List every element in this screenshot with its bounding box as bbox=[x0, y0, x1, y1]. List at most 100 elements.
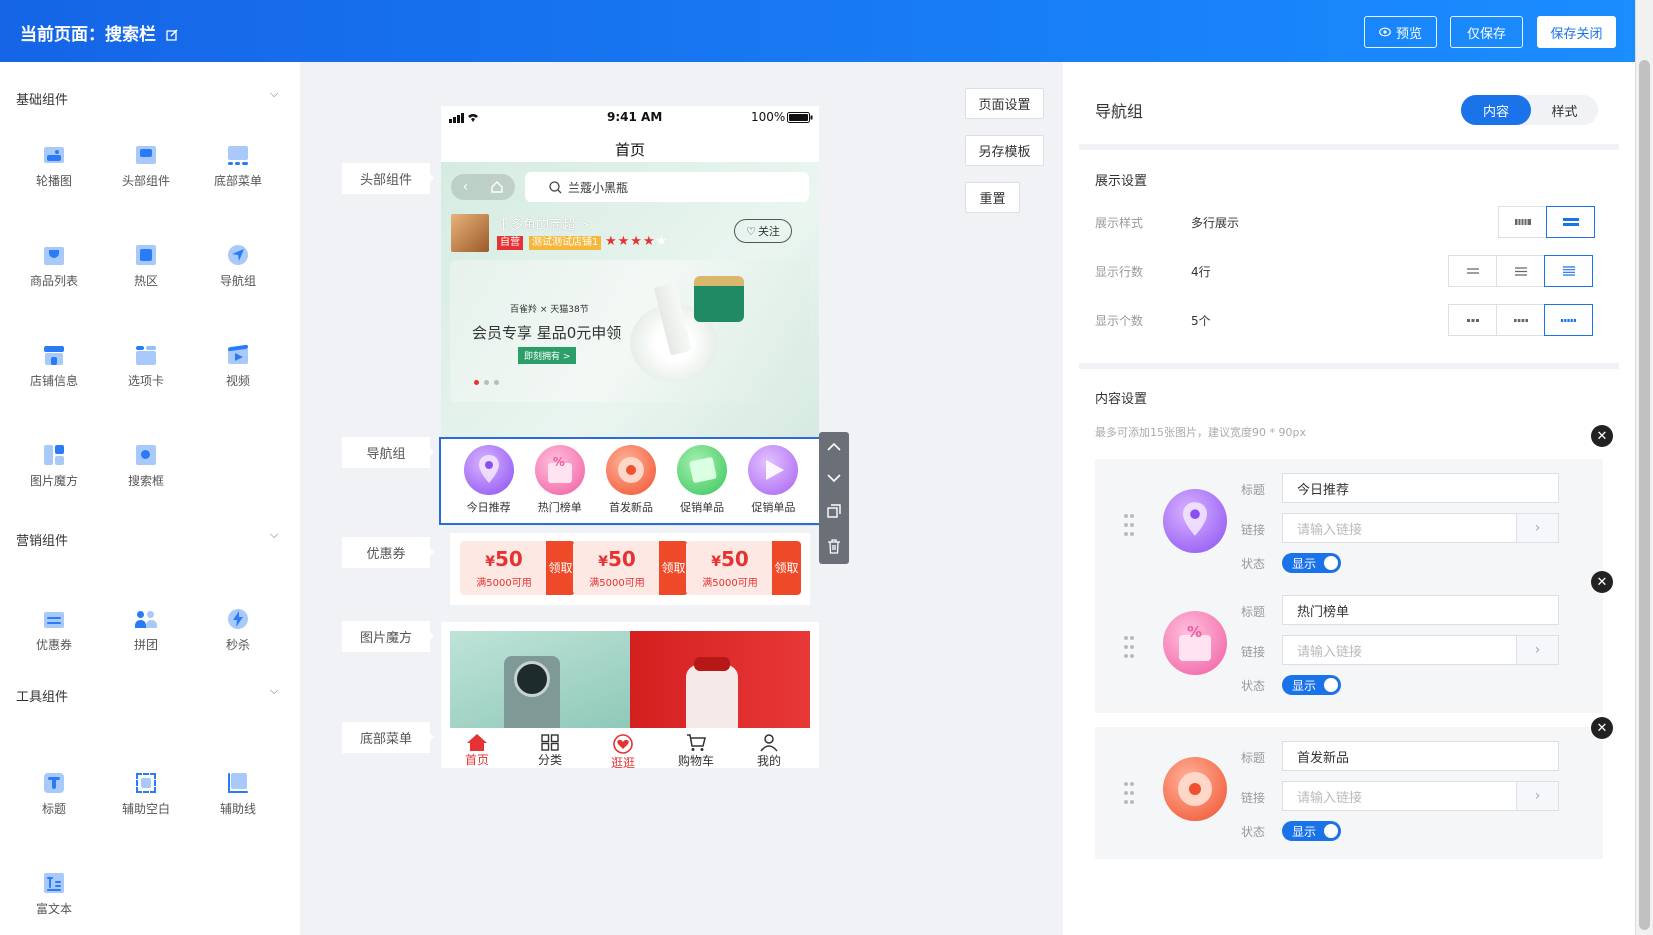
tab-mine[interactable]: 我的 bbox=[733, 734, 805, 769]
close-icon[interactable]: ✕ bbox=[1591, 425, 1613, 447]
coupon-card[interactable]: ¥50 满5000可用 领取 bbox=[460, 541, 575, 595]
coupon-card[interactable]: ¥50 满5000可用 领取 bbox=[573, 541, 688, 595]
comp-coupon[interactable]: 优惠券 bbox=[8, 606, 100, 666]
chevron-down-icon[interactable]: ⌵ bbox=[270, 87, 278, 101]
nav-group-block[interactable]: 今日推荐 % 热门榜单 首发新品 促销单品 促销单品 bbox=[439, 437, 822, 525]
close-icon[interactable]: ✕ bbox=[1591, 571, 1613, 593]
link-chevron-right-icon[interactable]: › bbox=[1516, 781, 1559, 811]
banner-cta[interactable]: 即刻拥有 > bbox=[518, 347, 577, 364]
title-input[interactable]: 今日推荐 bbox=[1282, 473, 1559, 503]
count-option-4[interactable] bbox=[1496, 304, 1545, 336]
tab-category[interactable]: 分类 bbox=[514, 734, 586, 768]
tab-cart[interactable]: 购物车 bbox=[660, 734, 732, 769]
comp-video[interactable]: 视频 bbox=[192, 342, 284, 402]
comp-image-cube[interactable]: 图片魔方 bbox=[8, 442, 100, 502]
show-toggle[interactable]: 显示 bbox=[1282, 553, 1341, 573]
nav-capsule[interactable]: ‹ bbox=[451, 174, 515, 200]
label-coupon[interactable]: 优惠券 bbox=[342, 537, 434, 568]
comp-group-buy[interactable]: 拼团 bbox=[100, 606, 192, 666]
link-input[interactable]: 请输入链接 bbox=[1282, 781, 1517, 811]
comp-nav-group[interactable]: 导航组 bbox=[192, 242, 284, 302]
comp-hotspot[interactable]: 热区 bbox=[100, 242, 192, 302]
save-template-button[interactable]: 另存模板 bbox=[965, 135, 1044, 166]
comp-tabs[interactable]: 选项卡 bbox=[100, 342, 192, 402]
reset-button[interactable]: 重置 bbox=[965, 182, 1020, 213]
label-bottom-menu[interactable]: 底部菜单 bbox=[342, 722, 434, 753]
comp-title[interactable]: 标题 bbox=[8, 770, 100, 830]
label-header-component[interactable]: 头部组件 bbox=[342, 163, 434, 194]
carousel-dots[interactable] bbox=[474, 380, 499, 385]
follow-button[interactable]: ♡ 关注 bbox=[734, 219, 792, 243]
tab-discover[interactable]: 逛逛 bbox=[587, 734, 659, 771]
claim-button[interactable]: 领取 bbox=[546, 541, 575, 595]
comp-product-list[interactable]: 商品列表 bbox=[8, 242, 100, 302]
comp-header[interactable]: 头部组件 bbox=[100, 142, 192, 202]
search-bar[interactable]: 兰蔻小黑瓶 bbox=[525, 172, 809, 202]
close-icon[interactable]: ✕ bbox=[1591, 717, 1613, 739]
copy-icon[interactable] bbox=[827, 504, 841, 518]
gift-percent-icon[interactable]: % bbox=[1163, 611, 1227, 675]
comp-flash-sale[interactable]: 秒杀 bbox=[192, 606, 284, 666]
title-input[interactable]: 首发新品 bbox=[1282, 741, 1559, 771]
new-arrival-icon[interactable] bbox=[1163, 757, 1227, 821]
nav-item[interactable]: 首发新品 bbox=[599, 445, 663, 519]
back-icon[interactable]: ‹ bbox=[463, 179, 469, 195]
comp-bottom-menu[interactable]: 底部菜单 bbox=[192, 142, 284, 202]
label-image-cube[interactable]: 图片魔方 bbox=[342, 621, 434, 652]
count-option-3[interactable] bbox=[1448, 304, 1497, 336]
image-cube-left[interactable] bbox=[450, 631, 630, 728]
title-input[interactable]: 热门榜单 bbox=[1282, 595, 1559, 625]
count-option-5[interactable] bbox=[1544, 304, 1593, 336]
rows-option-2[interactable] bbox=[1448, 255, 1497, 287]
scrollbar-thumb[interactable] bbox=[1639, 60, 1650, 930]
coupon-block[interactable]: ¥50 满5000可用 领取 ¥50 满5000可用 领取 ¥50 满5000可用 领取 bbox=[450, 533, 810, 605]
delete-icon[interactable] bbox=[827, 538, 841, 554]
chevron-down-icon[interactable]: ⌵ bbox=[270, 684, 278, 698]
comp-rich-text[interactable]: 富文本 bbox=[8, 870, 100, 930]
nav-item[interactable]: 促销单品 bbox=[741, 445, 805, 519]
show-toggle[interactable]: 显示 bbox=[1282, 821, 1341, 841]
page-settings-button[interactable]: 页面设置 bbox=[965, 88, 1044, 119]
claim-button[interactable]: 领取 bbox=[659, 541, 688, 595]
page-scrollbar[interactable] bbox=[1635, 0, 1653, 935]
comp-shop-info[interactable]: 店铺信息 bbox=[8, 342, 100, 402]
rows-option-4[interactable] bbox=[1544, 255, 1593, 287]
tab-home[interactable]: 首页 bbox=[441, 734, 513, 768]
comp-blank[interactable]: 辅助空白 bbox=[100, 770, 192, 830]
comp-carousel[interactable]: 轮播图 bbox=[8, 142, 100, 202]
label-nav-group[interactable]: 导航组 bbox=[342, 437, 434, 468]
preview-button[interactable]: 预览 bbox=[1364, 16, 1437, 48]
comp-search-box[interactable]: 搜索框 bbox=[100, 442, 192, 502]
comp-divider-line[interactable]: 辅助线 bbox=[192, 770, 284, 830]
move-up-icon[interactable] bbox=[827, 442, 841, 452]
link-chevron-right-icon[interactable]: › bbox=[1516, 635, 1559, 665]
edit-icon[interactable] bbox=[166, 29, 178, 41]
rows-option-3[interactable] bbox=[1496, 255, 1545, 287]
save-close-button[interactable]: 保存关闭 bbox=[1537, 16, 1616, 48]
tab-style[interactable]: 样式 bbox=[1531, 95, 1598, 125]
nav-item[interactable]: % 热门榜单 bbox=[528, 445, 592, 519]
show-toggle[interactable]: 显示 bbox=[1282, 675, 1341, 695]
drag-handle-icon[interactable] bbox=[1123, 635, 1135, 659]
chevron-down-icon[interactable]: ⌵ bbox=[270, 528, 278, 542]
location-pin-icon[interactable] bbox=[1163, 489, 1227, 553]
nav-item[interactable]: 促销单品 bbox=[670, 445, 734, 519]
shop-name[interactable]: 王多鱼的商超 > bbox=[497, 214, 590, 233]
coupon-card[interactable]: ¥50 满5000可用 领取 bbox=[686, 541, 801, 595]
drag-handle-icon[interactable] bbox=[1123, 781, 1135, 805]
nav-item[interactable]: 今日推荐 bbox=[457, 445, 521, 519]
style-option-single[interactable] bbox=[1498, 206, 1547, 238]
link-input[interactable]: 请输入链接 bbox=[1282, 635, 1517, 665]
style-option-multi[interactable] bbox=[1546, 206, 1595, 238]
link-chevron-right-icon[interactable]: › bbox=[1516, 513, 1559, 543]
save-only-button[interactable]: 仅保存 bbox=[1450, 16, 1523, 48]
drag-handle-icon[interactable] bbox=[1123, 513, 1135, 537]
tab-content[interactable]: 内容 bbox=[1461, 95, 1531, 125]
banner-carousel[interactable]: 百雀羚 × 天猫38节 会员专享 星品0元申领 即刻拥有 > bbox=[450, 260, 810, 402]
home-icon[interactable] bbox=[491, 181, 504, 193]
field-title-label: 标题 bbox=[1241, 605, 1266, 619]
move-down-icon[interactable] bbox=[827, 473, 841, 483]
claim-button[interactable]: 领取 bbox=[772, 541, 801, 595]
image-cube-right[interactable] bbox=[630, 631, 810, 728]
link-input[interactable]: 请输入链接 bbox=[1282, 513, 1517, 543]
